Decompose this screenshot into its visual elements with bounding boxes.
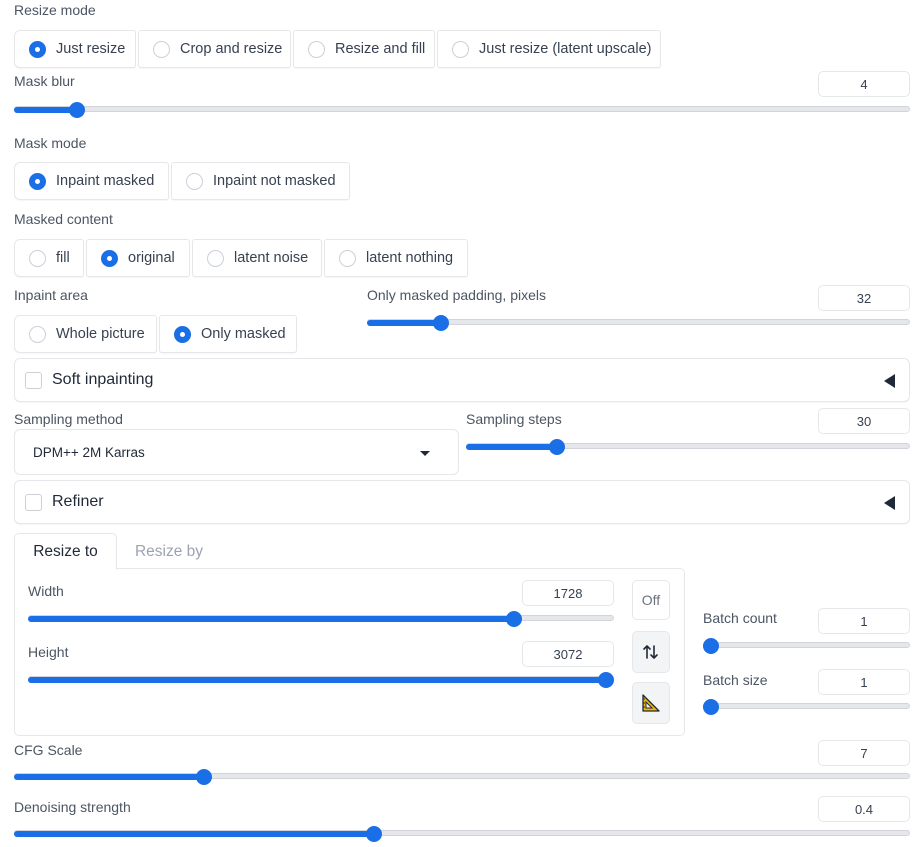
inpaint-area-radio-group: Whole picture Only masked [14, 315, 297, 353]
slider-thumb[interactable] [196, 769, 213, 785]
refiner-title: Refiner [52, 493, 104, 510]
slider-track [703, 703, 910, 709]
inpaint-area-option-only-masked[interactable]: Only masked [159, 315, 297, 353]
only-masked-padding-slider[interactable] [367, 315, 910, 331]
cfg-scale-slider[interactable] [14, 769, 910, 785]
mask-blur-number-input[interactable]: 4 [818, 71, 910, 97]
swap-dimensions-button[interactable] [632, 631, 670, 673]
masked-content-label: Masked content [14, 211, 113, 227]
tab-resize-to[interactable]: Resize to [14, 533, 117, 570]
cfg-scale-number-input[interactable]: 7 [818, 740, 910, 766]
radio-icon [29, 249, 46, 267]
slider-fill [466, 444, 558, 450]
width-slider[interactable] [28, 611, 614, 627]
sampling-steps-slider[interactable] [466, 439, 910, 455]
resize-mode-option-crop-and-resize[interactable]: Crop and resize [138, 30, 291, 68]
height-label: Height [28, 644, 69, 660]
refiner-accordion[interactable]: Refiner [14, 480, 910, 524]
mask-mode-option-inpaint-not-masked[interactable]: Inpaint not masked [171, 162, 350, 200]
batch-size-slider[interactable] [703, 699, 910, 715]
height-number-input[interactable]: 3072 [522, 641, 614, 667]
masked-content-option-fill[interactable]: fill [14, 239, 84, 277]
slider-thumb[interactable] [703, 699, 719, 715]
radio-icon [308, 40, 325, 58]
width-label: Width [28, 583, 64, 599]
batch-size-label: Batch size [703, 672, 768, 688]
swap-arrows-icon [643, 645, 658, 659]
masked-content-option-original[interactable]: original [86, 239, 190, 277]
slider-thumb[interactable] [549, 439, 566, 455]
sampling-method-dropdown[interactable]: DPM++ 2M Karras [14, 429, 459, 475]
batch-count-label: Batch count [703, 610, 777, 626]
slider-fill [14, 831, 374, 837]
slider-thumb[interactable] [598, 672, 614, 688]
soft-inpainting-checkbox[interactable] [25, 371, 42, 389]
slider-fill [14, 774, 205, 780]
resize-mode-option-just-resize[interactable]: Just resize [14, 30, 136, 68]
radio-icon [339, 249, 356, 267]
width-number-input[interactable]: 1728 [522, 580, 614, 606]
slider-track [14, 106, 910, 112]
radio-icon [186, 172, 203, 190]
radio-selected-icon [29, 172, 46, 190]
radio-selected-icon [174, 325, 191, 343]
sampling-steps-label: Sampling steps [466, 411, 562, 427]
slider-fill [28, 616, 515, 622]
mask-blur-slider[interactable] [14, 102, 910, 118]
batch-count-slider[interactable] [703, 638, 910, 654]
resize-mode-radio-group: Just resize Crop and resize Resize and f… [14, 30, 661, 68]
tab-resize-by[interactable]: Resize by [118, 533, 220, 570]
triangle-ruler-icon [642, 694, 660, 712]
resize-mode-option-latent-upscale[interactable]: Just resize (latent upscale) [437, 30, 661, 68]
sampling-method-label: Sampling method [14, 411, 123, 427]
resize-mode-option-resize-and-fill[interactable]: Resize and fill [293, 30, 435, 68]
soft-inpainting-accordion[interactable]: Soft inpainting [14, 358, 910, 402]
aspect-ratio-button[interactable] [632, 682, 670, 724]
resize-mode-label: Resize mode [14, 2, 96, 18]
radio-icon [207, 249, 224, 267]
only-masked-padding-number-input[interactable]: 32 [818, 285, 910, 311]
radio-selected-icon [101, 249, 118, 267]
slider-fill [14, 107, 77, 113]
denoising-strength-label: Denoising strength [14, 799, 131, 815]
radio-selected-icon [29, 40, 46, 58]
collapse-triangle-icon[interactable] [884, 374, 895, 388]
denoising-strength-slider[interactable] [14, 826, 910, 842]
sampling-steps-number-input[interactable]: 30 [818, 408, 910, 434]
inpaint-area-option-whole-picture[interactable]: Whole picture [14, 315, 157, 353]
only-masked-padding-label: Only masked padding, pixels [367, 287, 546, 303]
denoising-strength-number-input[interactable]: 0.4 [818, 796, 910, 822]
radio-icon [29, 325, 46, 343]
soft-inpainting-title: Soft inpainting [52, 371, 154, 388]
collapse-triangle-icon[interactable] [884, 496, 895, 510]
radio-icon [452, 40, 469, 58]
sampling-method-value: DPM++ 2M Karras [33, 444, 145, 460]
mask-mode-label: Mask mode [14, 135, 87, 151]
inpaint-area-label: Inpaint area [14, 287, 88, 303]
slider-track [703, 642, 910, 648]
slider-thumb[interactable] [703, 638, 719, 654]
chevron-down-icon [420, 451, 430, 456]
batch-count-number-input[interactable]: 1 [818, 608, 910, 634]
slider-fill [28, 677, 606, 683]
slider-thumb[interactable] [366, 826, 382, 842]
slider-thumb[interactable] [69, 102, 85, 118]
mask-blur-label: Mask blur [14, 73, 75, 89]
off-button[interactable]: Off [632, 580, 670, 620]
refiner-checkbox[interactable] [25, 493, 42, 511]
cfg-scale-label: CFG Scale [14, 742, 83, 758]
masked-content-radio-group: fill original latent noise latent nothin… [14, 239, 468, 277]
masked-content-option-latent-nothing[interactable]: latent nothing [324, 239, 468, 277]
slider-fill [367, 320, 441, 326]
slider-thumb[interactable] [432, 315, 449, 331]
mask-mode-radio-group: Inpaint masked Inpaint not masked [14, 162, 350, 200]
masked-content-option-latent-noise[interactable]: latent noise [192, 239, 322, 277]
radio-icon [153, 40, 170, 58]
mask-mode-option-inpaint-masked[interactable]: Inpaint masked [14, 162, 169, 200]
slider-thumb[interactable] [506, 611, 523, 627]
height-slider[interactable] [28, 672, 614, 688]
batch-size-number-input[interactable]: 1 [818, 669, 910, 695]
